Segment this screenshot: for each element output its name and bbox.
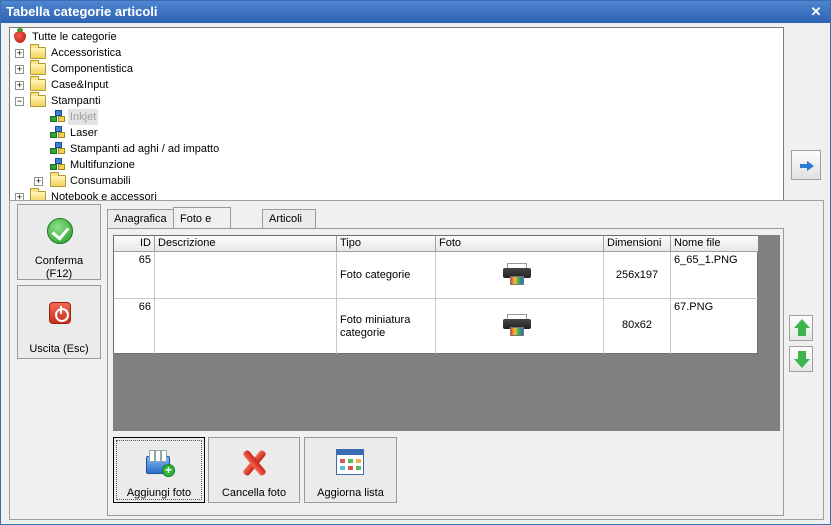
exit-label: Uscita (Esc) [29,343,89,355]
column-header-dimensioni[interactable]: Dimensioni [604,236,671,252]
table-row-dimensioni[interactable]: 256x197 [604,252,671,299]
table-row-id[interactable]: 65 [114,252,155,299]
column-header-tipo[interactable]: Tipo [337,236,436,252]
category-icon [50,158,66,172]
printer-thumbnail-icon [502,263,532,285]
category-tree[interactable]: Tutte le categorie + Accessoristica + Co… [9,27,784,201]
strawberry-icon [14,28,26,43]
table-row-descrizione[interactable] [155,299,337,354]
table-row-nome-file[interactable]: 67.PNG [671,299,758,354]
add-photo-icon: + [144,448,176,478]
tab-content-foto: ID Descrizione Tipo Foto Dimensioni Nome… [107,228,784,516]
move-down-button[interactable] [789,346,813,372]
grid-container: ID Descrizione Tipo Foto Dimensioni Nome… [113,235,780,431]
delete-photo-label: Cancella foto [221,487,287,499]
title-bar: Tabella categorie articoli ✕ [1,1,830,23]
table-row-descrizione[interactable] [155,252,337,299]
photo-grid[interactable]: ID Descrizione Tipo Foto Dimensioni Nome… [113,235,758,354]
expand-icon[interactable]: + [15,65,24,74]
confirm-label: Conferma (F12) [34,255,84,280]
tree-item-label: Inkjet [68,109,99,125]
tree-item-label: Multifunzione [70,159,135,171]
table-row-tipo[interactable]: Foto miniatura categorie [337,299,436,354]
column-header-foto[interactable]: Foto [436,236,604,252]
collapse-icon[interactable]: − [15,97,24,106]
tree-item-stampanti[interactable]: − Stampanti [10,92,310,109]
close-icon[interactable]: ✕ [808,4,824,20]
column-header-descrizione[interactable]: Descrizione [155,236,337,252]
add-photo-button[interactable]: + Aggiungi foto [113,437,205,503]
arrow-right-icon [800,161,814,171]
table-row-dimensioni[interactable]: 80x62 [604,299,671,354]
folder-icon [30,44,46,59]
tree-item-componentistica[interactable]: + Componentistica [10,60,310,77]
folder-icon [30,76,46,91]
power-icon [49,302,71,324]
refresh-list-label: Aggiorna lista [317,487,384,499]
tree-item-label: Consumabili [70,175,131,187]
tab-anagrafica[interactable]: Anagrafica [107,209,174,229]
tree-item-consumabili[interactable]: + Consumabili [10,172,310,189]
confirm-button[interactable]: Conferma (F12) [17,204,101,280]
arrow-up-icon [794,319,810,328]
tab-foto-immagini[interactable]: Foto e immagini [173,207,232,247]
folder-icon [50,172,66,187]
tree-item-label: Stampanti [51,95,101,107]
delete-photo-button[interactable]: Cancella foto [208,437,300,503]
table-row-tipo[interactable]: Foto categorie [337,252,436,299]
exit-button[interactable]: Uscita (Esc) [17,285,101,359]
move-up-button[interactable] [789,315,813,341]
expand-icon[interactable]: + [15,49,24,58]
folder-icon [30,92,46,107]
folder-icon [30,60,46,75]
tree-item-inkjet[interactable]: Inkjet [10,109,310,125]
tree-item-label: Laser [70,127,98,139]
main-window: Tabella categorie articoli ✕ Tutte le ca… [0,0,831,525]
list-refresh-icon [336,449,364,475]
table-row-foto[interactable] [436,252,604,299]
column-header-nome-file[interactable]: Nome file [671,236,758,252]
tree-item-label: Case&Input [51,79,109,91]
tree-item-case-input[interactable]: + Case&Input [10,76,310,93]
tab-articoli-collegati[interactable]: Articoli collegati [262,209,317,244]
table-row-foto[interactable] [436,299,604,354]
category-icon [50,142,66,156]
tree-item-label: Accessoristica [51,47,122,59]
column-header-id[interactable]: ID [114,236,155,252]
delete-x-icon [239,448,269,478]
arrow-down-icon [794,359,810,368]
tree-item-label: Stampanti ad aghi / ad impatto [70,143,220,155]
detail-panel: Conferma (F12) Uscita (Esc) Anagrafica F… [9,200,824,520]
refresh-list-button[interactable]: Aggiorna lista [304,437,397,503]
checkmark-icon [47,218,73,244]
add-photo-label: Aggiungi foto [126,487,192,499]
tree-item-label: Componentistica [51,63,133,75]
tree-item-accessoristica[interactable]: + Accessoristica [10,44,310,61]
move-right-button[interactable] [791,150,821,180]
expand-icon[interactable]: + [15,81,24,90]
tree-item-laser[interactable]: Laser [10,125,310,141]
tree-item-multifunzione[interactable]: Multifunzione [10,157,310,173]
category-icon [50,110,66,124]
printer-thumbnail-icon [502,314,532,336]
expand-icon[interactable]: + [34,177,43,186]
category-icon [50,126,66,140]
table-row-nome-file[interactable]: 6_65_1.PNG [671,252,758,299]
window-title: Tabella categorie articoli [6,4,158,19]
table-row-id[interactable]: 66 [114,299,155,354]
tree-item-stampanti-aghi[interactable]: Stampanti ad aghi / ad impatto [10,141,310,157]
tree-root-label: Tutte le categorie [32,31,117,43]
